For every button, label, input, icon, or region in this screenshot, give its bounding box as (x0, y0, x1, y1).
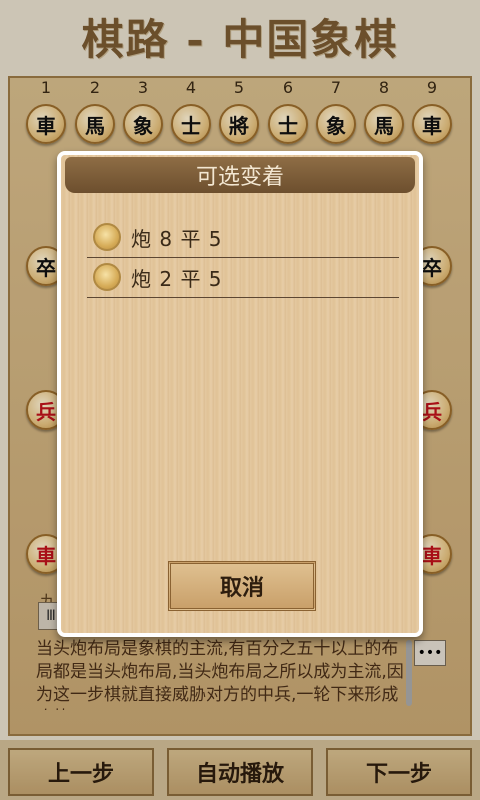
dialog-title: 可选变着 (65, 157, 415, 193)
radio-icon[interactable] (93, 263, 121, 291)
variation-option[interactable]: 炮 8 平 5 (87, 217, 399, 258)
variations-dialog: 可选变着 炮 8 平 5 炮 2 平 5 取消 (57, 151, 423, 637)
radio-icon[interactable] (93, 223, 121, 251)
cancel-button[interactable]: 取消 (168, 561, 316, 611)
variation-option-label: 炮 2 平 5 (131, 266, 223, 291)
variation-option-label: 炮 8 平 5 (131, 226, 223, 251)
variation-option[interactable]: 炮 2 平 5 (87, 257, 399, 298)
